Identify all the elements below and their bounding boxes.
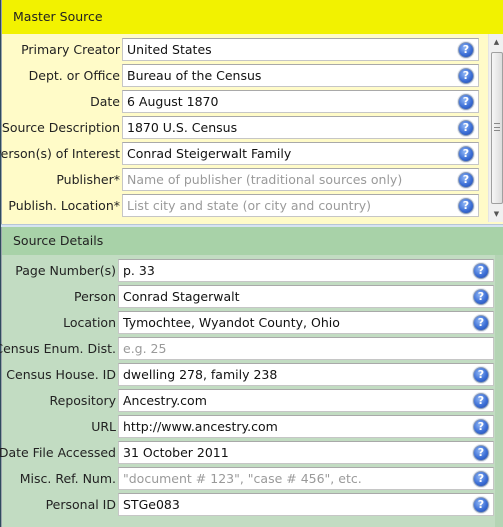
input-value: 31 October 2011 xyxy=(123,445,229,460)
source-details-fields: Page Number(s) p. 33? Person Conrad Stagerw… xyxy=(0,255,496,527)
placeholder-text: List city and state (or city and country… xyxy=(127,198,371,213)
field-label-census-enum-dist: Census Enum. Dist. xyxy=(0,338,116,360)
input-value: STGe083 xyxy=(123,497,180,512)
field-label-personal-id: Personal ID xyxy=(2,494,116,516)
field-label-repository: Repository xyxy=(2,390,116,412)
master-source-scrollbar[interactable]: ▲ ▼ xyxy=(488,34,503,222)
person-input[interactable]: Conrad Stagerwalt? xyxy=(118,285,494,308)
field-label-person: Person xyxy=(2,286,116,308)
label-text: Personal ID xyxy=(45,497,116,512)
source-details-panel: Source Details Page Number(s) p. 33? Perso… xyxy=(0,227,503,527)
scrollbar-grip-icon xyxy=(494,123,500,131)
input-value: p. 33 xyxy=(123,263,155,278)
help-icon[interactable]: ? xyxy=(473,471,489,487)
placeholder-text: Name of publisher (traditional sources o… xyxy=(127,172,403,187)
location-input[interactable]: Tymochtee, Wyandot County, Ohio? xyxy=(118,311,494,334)
date-input[interactable]: 6 August 1870? xyxy=(122,90,479,113)
label-text: Date File Accessed xyxy=(0,445,116,460)
field-label-location: Location xyxy=(2,312,116,334)
source-details-header: Source Details xyxy=(2,227,503,255)
field-label-person-s-of-interest: Person(s) of Interest xyxy=(0,143,120,165)
field-label-source-description: Source Description xyxy=(2,117,120,139)
publish-location-input[interactable]: List city and state (or city and country… xyxy=(122,194,479,217)
field-label-date-file-accessed: Date File Accessed xyxy=(0,442,116,464)
field-label-url: URL xyxy=(2,416,116,438)
field-label-census-house-id: Census House. ID xyxy=(2,364,116,386)
help-icon[interactable]: ? xyxy=(458,146,474,162)
help-icon[interactable]: ? xyxy=(473,445,489,461)
scrollbar-thumb[interactable] xyxy=(491,52,503,204)
help-icon[interactable]: ? xyxy=(473,419,489,435)
input-value: United States xyxy=(127,42,212,57)
input-value: Conrad Stagerwalt xyxy=(123,289,240,304)
source-details-title: Source Details xyxy=(13,233,104,248)
source-description-input[interactable]: 1870 U.S. Census? xyxy=(122,116,479,139)
help-icon[interactable]: ? xyxy=(473,393,489,409)
input-value: Tymochtee, Wyandot County, Ohio xyxy=(123,315,340,330)
census-house-id-input[interactable]: dwelling 278, family 238? xyxy=(118,363,494,386)
census-enum-dist-input[interactable]: e.g. 25 xyxy=(118,337,494,360)
help-icon[interactable]: ? xyxy=(458,120,474,136)
label-text: Date xyxy=(90,94,120,109)
help-icon[interactable]: ? xyxy=(473,367,489,383)
field-label-publish-location: Publish. Location* xyxy=(2,195,120,217)
input-value: 1870 U.S. Census xyxy=(127,120,238,135)
field-label-date: Date xyxy=(2,91,120,113)
field-label-publisher: Publisher* xyxy=(2,169,120,191)
personal-id-input[interactable]: STGe083? xyxy=(118,493,494,516)
label-text: Dept. or Office xyxy=(28,68,120,83)
placeholder-text: e.g. 25 xyxy=(123,341,167,356)
page-number-s-input[interactable]: p. 33? xyxy=(118,259,494,282)
master-source-header: Master Source xyxy=(2,0,503,34)
help-icon[interactable]: ? xyxy=(473,289,489,305)
input-value: Ancestry.com xyxy=(123,393,207,408)
input-value: 6 August 1870 xyxy=(127,94,219,109)
source-editor: Master Source Primary Creator United Stat… xyxy=(0,0,503,527)
help-icon[interactable]: ? xyxy=(458,198,474,214)
misc-ref-num-input[interactable]: "document # 123", "case # 456", etc.? xyxy=(118,467,494,490)
label-text: Publisher* xyxy=(56,172,120,187)
label-text: Repository xyxy=(49,393,116,408)
primary-creator-input[interactable]: United States? xyxy=(122,38,479,61)
help-icon[interactable]: ? xyxy=(458,94,474,110)
person-s-of-interest-input[interactable]: Conrad Steigerwalt Family? xyxy=(122,142,479,165)
label-text: Census House. ID xyxy=(6,367,116,382)
field-label-misc-ref-num: Misc. Ref. Num. xyxy=(2,468,116,490)
help-icon[interactable]: ? xyxy=(473,263,489,279)
details-edge xyxy=(495,255,503,527)
placeholder-text: "document # 123", "case # 456", etc. xyxy=(123,471,362,486)
help-icon[interactable]: ? xyxy=(458,68,474,84)
label-text: URL xyxy=(91,419,116,434)
help-icon[interactable]: ? xyxy=(473,497,489,513)
input-value: dwelling 278, family 238 xyxy=(123,367,278,382)
label-text: Publish. Location* xyxy=(8,198,120,213)
master-source-fields: Primary Creator United States? Dept. or Of… xyxy=(0,34,487,224)
scroll-up-arrow-icon[interactable]: ▲ xyxy=(489,34,503,50)
label-text: Source Description xyxy=(1,120,120,135)
label-text: Person(s) of Interest xyxy=(0,146,120,161)
help-icon[interactable]: ? xyxy=(473,315,489,331)
input-value: Bureau of the Census xyxy=(127,68,262,83)
field-label-dept-or-office: Dept. or Office xyxy=(2,65,120,87)
label-text: Census Enum. Dist. xyxy=(0,341,116,356)
publisher-input[interactable]: Name of publisher (traditional sources o… xyxy=(122,168,479,191)
label-text: Page Number(s) xyxy=(15,263,116,278)
label-text: Location xyxy=(63,315,116,330)
label-text: Person xyxy=(73,289,116,304)
help-icon[interactable]: ? xyxy=(458,42,474,58)
repository-input[interactable]: Ancestry.com? xyxy=(118,389,494,412)
master-source-panel: Master Source Primary Creator United Stat… xyxy=(0,0,503,224)
label-text: Primary Creator xyxy=(21,42,120,57)
date-file-accessed-input[interactable]: 31 October 2011? xyxy=(118,441,494,464)
field-label-primary-creator: Primary Creator xyxy=(2,39,120,61)
label-text: Misc. Ref. Num. xyxy=(19,471,116,486)
field-label-page-number-s: Page Number(s) xyxy=(2,260,116,282)
dept-or-office-input[interactable]: Bureau of the Census? xyxy=(122,64,479,87)
input-value: http://www.ancestry.com xyxy=(123,419,278,434)
help-icon[interactable]: ? xyxy=(458,172,474,188)
scroll-down-arrow-icon[interactable]: ▼ xyxy=(489,206,503,222)
master-source-title: Master Source xyxy=(13,9,103,24)
url-input[interactable]: http://www.ancestry.com? xyxy=(118,415,494,438)
input-value: Conrad Steigerwalt Family xyxy=(127,146,292,161)
